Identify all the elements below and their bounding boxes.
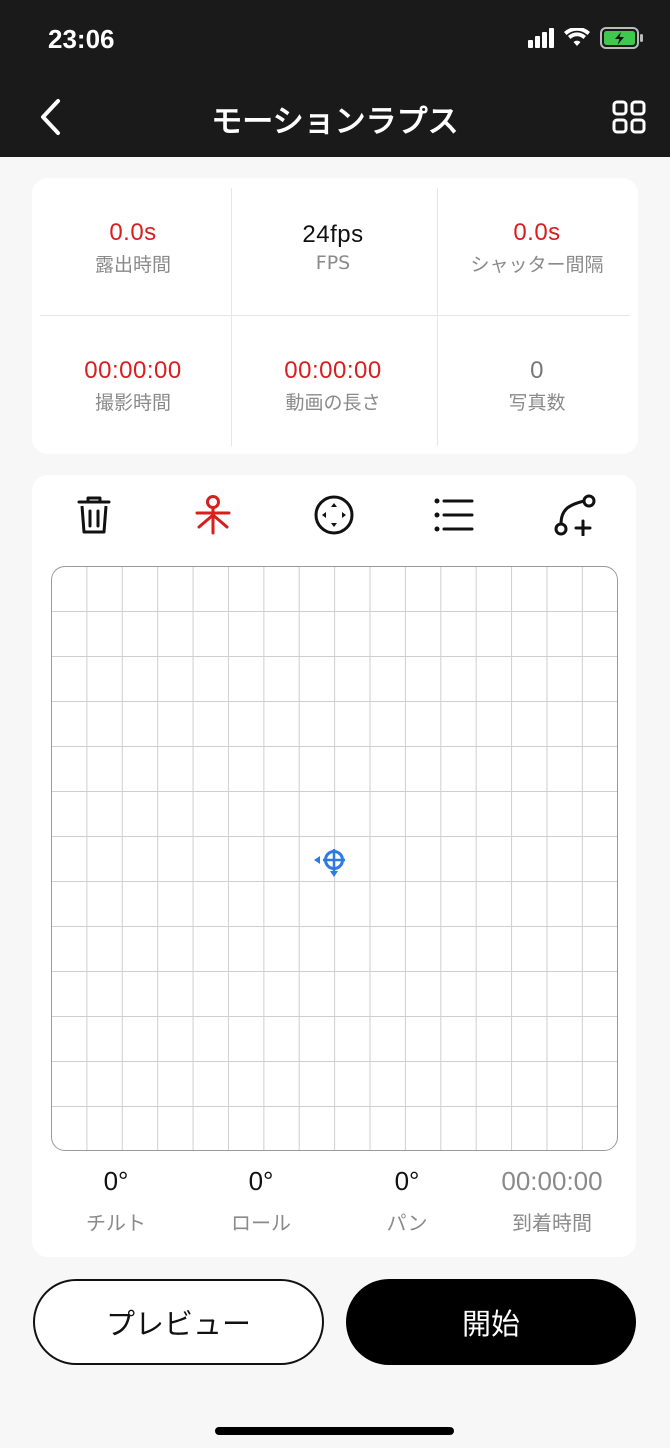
stat-label: FPS [315,252,351,274]
stat-label: 撮影時間 [94,391,171,414]
list-button[interactable] [432,495,476,539]
stat-label: 露出時間 [94,253,171,276]
stats-card: 0.0s 露出時間 24fps FPS 0.0s シャッター間隔 00:00:0… [32,178,638,454]
stat-shutter-interval: 0.0s シャッター間隔 [436,178,638,316]
signal-icon [528,28,554,52]
stat-value: 00:00:00 [284,356,382,384]
stat-video-length: 00:00:00 動画の長さ [232,316,434,454]
angle-value: 0° [248,1166,274,1196]
preview-button[interactable]: プレビュー [33,1279,324,1365]
stat-value: 24fps [302,221,364,248]
stat-value: 0 [530,356,544,384]
angle-tilt: 0° チルト [41,1165,191,1236]
angle-value: 0° [103,1166,129,1196]
status-time: 23:06 [48,24,115,54]
joystick-icon [313,494,355,540]
angle-roll: 0° ロール [186,1165,336,1236]
wifi-icon [564,26,590,52]
stat-shooting-time: 00:00:00 撮影時間 [32,316,234,454]
stat-value: 0.0s [513,218,561,246]
stat-label: 動画の長さ [285,391,381,414]
path-add-icon [554,494,596,540]
angle-label: ロール [231,1211,291,1235]
home-indicator [215,1427,454,1435]
delete-button[interactable] [72,495,116,539]
list-icon [434,497,474,537]
angle-readouts: 0° チルト 0° ロール 0° パン 00:00:00 到着時間 [32,1165,636,1245]
trash-icon [75,495,113,539]
stat-value: 0.0s [109,218,157,246]
start-button[interactable]: 開始 [346,1279,636,1365]
angle-value: 00:00:00 [501,1166,603,1196]
stat-fps: 24fps FPS [232,178,434,316]
angle-label: 到着時間 [512,1211,592,1235]
status-icons [528,26,644,53]
add-path-button[interactable] [553,494,597,540]
battery-icon [600,27,644,53]
control-card: 0° チルト 0° ロール 0° パン 00:00:00 到着時間 [32,475,636,1257]
angle-value: 0° [394,1166,420,1196]
tripod-mode-button[interactable] [191,495,235,539]
stat-label: 写真数 [508,391,566,414]
top-bar: 23:06 モーションラプス [0,0,670,157]
stat-value: 00:00:00 [84,356,182,384]
tripod-icon [191,493,235,541]
joystick-button[interactable] [312,495,356,539]
stat-exposure-time: 0.0s 露出時間 [32,178,234,316]
arrival-time: 00:00:00 到着時間 [477,1165,627,1236]
angle-pan: 0° パン [332,1165,482,1236]
angle-label: パン [386,1211,428,1235]
gimbal-position-marker[interactable] [311,841,351,881]
angle-label: チルト [86,1211,146,1235]
page-title: モーションラプス [211,104,459,140]
stat-photo-count: 0 写真数 [436,316,638,454]
grid-menu-button[interactable] [612,100,646,134]
position-grid[interactable] [51,566,618,1151]
stat-label: シャッター間隔 [470,253,604,276]
crosshair-icon [311,849,351,885]
